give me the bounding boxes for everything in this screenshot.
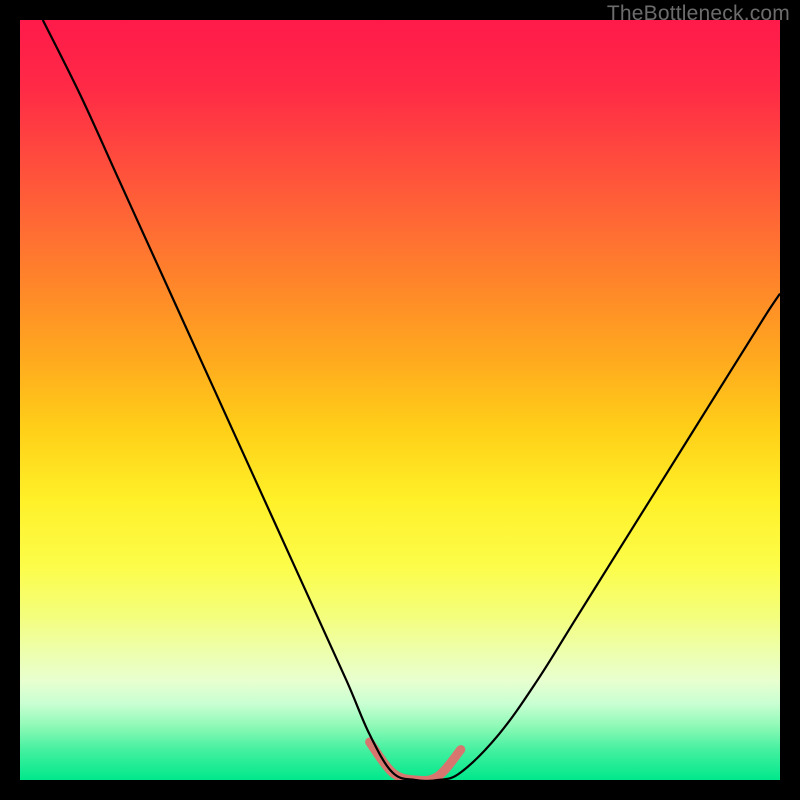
plot-area <box>20 20 780 780</box>
bottleneck-curve <box>43 20 780 780</box>
watermark-text: TheBottleneck.com <box>607 2 790 26</box>
chart-svg <box>20 20 780 780</box>
chart-frame: TheBottleneck.com <box>0 0 800 800</box>
